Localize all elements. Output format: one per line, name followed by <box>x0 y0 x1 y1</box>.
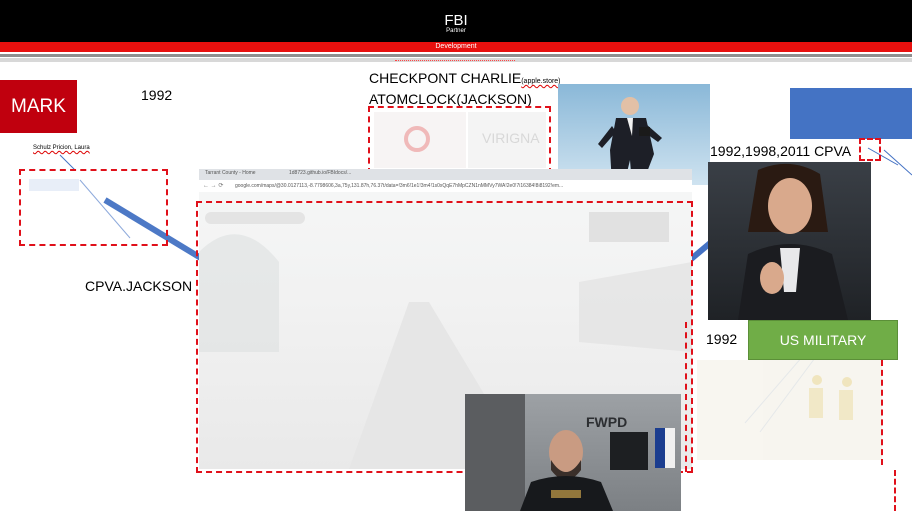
browser-url[interactable]: google.com/maps/@30.0127113,-8.7798606,3… <box>235 183 615 189</box>
faded-figures <box>809 375 853 420</box>
year-label-left: 1992 <box>141 87 173 103</box>
browser-tab-2[interactable]: 1d8723.github.io/FBIdocs/... <box>289 170 351 176</box>
us-military-box: US MILITARY <box>748 320 898 360</box>
years-cpva-label: 1992,1998,2011 CPVA <box>710 143 852 159</box>
faded-card <box>374 112 466 168</box>
dashed-edge-left <box>685 322 689 472</box>
browser-address-bar: ← → ⟳ google.com/maps/@30.0127113,-8.779… <box>199 180 692 192</box>
cpva-jackson-label: CPVA.JACKSON <box>85 278 193 294</box>
virginia-text: VIRIGNA <box>482 130 540 146</box>
schulz-caption: Schulz Pricion, Laura <box>33 145 90 151</box>
dashed-edge-right <box>881 360 885 465</box>
browser-tabbar: Tarrant County - Home 1d8723.github.io/F… <box>199 169 692 180</box>
dashed-frame-small <box>859 138 881 161</box>
faded-photo-right <box>697 360 882 460</box>
woman-illustration <box>738 163 848 320</box>
mark-label-box: MARK <box>0 80 77 133</box>
dashed-frame-virginia: VIRIGNA <box>368 106 551 174</box>
year-label-right: 1992 <box>706 331 738 347</box>
checkpoint-text: CHECKPONT CHARLIE <box>369 70 522 86</box>
connector-top-right-2 <box>883 149 912 176</box>
us-military-label: US MILITARY <box>779 332 867 348</box>
dashed-edge-bottom <box>894 470 898 511</box>
faded-logo-icon <box>404 126 430 152</box>
mark-label: MARK <box>11 95 66 117</box>
virginia-panel: VIRIGNA <box>468 112 546 168</box>
nav-arrows-icon[interactable]: ← → ⟳ <box>203 182 223 189</box>
browser-tab-1[interactable]: Tarrant County - Home <box>205 170 256 176</box>
photo-officer: FWPD <box>465 394 681 511</box>
blue-box <box>790 88 912 139</box>
officer-illustration <box>520 430 613 511</box>
atomclock-label: ATOMCLOCK(JACKSON) <box>369 91 532 107</box>
apple-store-text: (apple.store) <box>521 78 561 85</box>
connector-schulz <box>59 154 76 171</box>
photo-woman <box>708 162 871 320</box>
faded-thumbnail <box>29 179 79 191</box>
checkpoint-label: CHECKPONT CHARLIE(apple.store) <box>369 70 561 86</box>
dashed-frame-left <box>19 169 168 246</box>
